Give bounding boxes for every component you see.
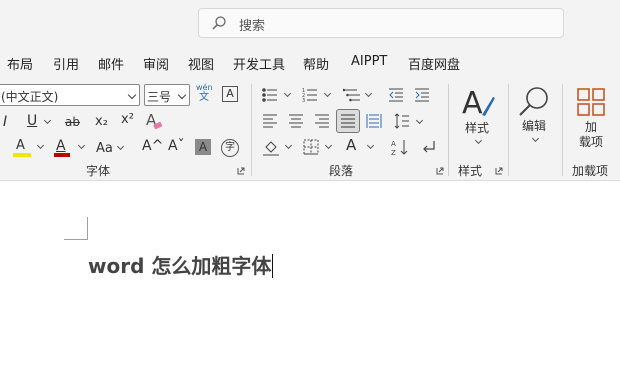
character-shading-button[interactable]: A xyxy=(195,139,211,155)
addins-button-line1: 加 xyxy=(584,120,597,134)
chevron-down-icon[interactable] xyxy=(474,136,483,145)
svg-text:A: A xyxy=(391,140,396,148)
char-scaling-button[interactable]: A xyxy=(346,138,356,153)
dialog-launcher-icon[interactable] xyxy=(237,167,245,175)
margin-crop-mark xyxy=(64,239,87,240)
shrink-font-button[interactable]: Aˇ xyxy=(168,139,185,153)
chevron-down-icon[interactable] xyxy=(77,141,86,150)
phonetic-guide-bottom: 文 xyxy=(199,92,209,103)
tab-developer[interactable]: 开发工具 xyxy=(233,54,285,73)
font-color-bar xyxy=(54,153,70,157)
change-case-button[interactable]: Aa xyxy=(96,142,113,155)
addins-icon[interactable] xyxy=(576,87,606,117)
eraser-icon xyxy=(153,122,163,130)
tab-aippt[interactable]: AIPPT xyxy=(351,54,387,69)
svg-text:Z: Z xyxy=(391,149,396,156)
tab-help[interactable]: 帮助 xyxy=(303,54,329,73)
sort-icon[interactable]: AZ xyxy=(391,138,409,156)
font-group-label: 字体 xyxy=(86,164,111,178)
tab-references[interactable]: 引用 xyxy=(53,54,79,73)
italic-button[interactable]: I xyxy=(3,115,7,129)
bullets-icon[interactable] xyxy=(262,87,278,103)
borders-icon[interactable] xyxy=(303,139,319,155)
tab-mailings[interactable]: 邮件 xyxy=(98,54,124,73)
character-border-button[interactable]: A xyxy=(222,86,238,102)
document-text: word 怎么加粗字体 xyxy=(88,254,272,278)
align-center-icon[interactable] xyxy=(288,113,304,129)
tab-view[interactable]: 视图 xyxy=(188,54,214,73)
chevron-down-icon[interactable] xyxy=(415,116,424,125)
group-separator xyxy=(251,84,252,176)
chevron-down-icon[interactable] xyxy=(364,89,373,98)
increase-indent-icon[interactable] xyxy=(414,87,430,103)
strikethrough-button[interactable]: ab xyxy=(65,116,80,128)
font-color-button[interactable]: A xyxy=(56,139,66,153)
chevron-down-icon xyxy=(127,90,137,100)
distributed-icon[interactable] xyxy=(366,113,382,129)
svg-text:A: A xyxy=(462,86,483,121)
styles-button-label[interactable]: 样式 xyxy=(465,121,489,136)
font-name-combo[interactable]: (中文正文) xyxy=(0,84,140,106)
title-bar: 搜索 xyxy=(0,0,620,48)
line-spacing-icon[interactable] xyxy=(394,113,410,129)
chevron-down-icon[interactable] xyxy=(366,141,375,150)
search-icon xyxy=(211,15,227,31)
group-separator xyxy=(508,84,509,176)
chevron-down-icon[interactable] xyxy=(36,141,45,150)
editing-button-label[interactable]: 编辑 xyxy=(522,119,546,134)
text-cursor xyxy=(272,254,274,278)
svg-text:3: 3 xyxy=(302,98,305,103)
document-text-line[interactable]: word 怎么加粗字体 xyxy=(88,250,274,279)
font-size-value: 三号 xyxy=(147,90,172,104)
show-marks-icon[interactable] xyxy=(420,139,438,155)
highlight-color-bar xyxy=(13,153,31,157)
tab-review[interactable]: 审阅 xyxy=(143,54,169,73)
ribbon: (中文正文) 三号 wén 文 A I U ab x₂ x² A A A Aa … xyxy=(0,78,620,181)
decrease-indent-icon[interactable] xyxy=(388,87,404,103)
numbering-icon[interactable]: 123 xyxy=(302,87,318,103)
chevron-down-icon[interactable] xyxy=(324,141,333,150)
font-name-value: (中文正文) xyxy=(1,90,59,104)
ribbon-tabs: 布局 引用 邮件 审阅 视图 开发工具 帮助 AIPPT 百度网盘 xyxy=(0,48,620,78)
find-icon[interactable] xyxy=(517,85,551,119)
addins-button-line2: 载项 xyxy=(578,135,603,149)
chevron-down-icon xyxy=(177,90,187,100)
shading-icon[interactable] xyxy=(262,139,280,157)
dialog-launcher-icon[interactable] xyxy=(436,167,444,175)
chevron-down-icon[interactable] xyxy=(284,141,293,150)
align-right-icon[interactable] xyxy=(314,113,330,129)
chevron-down-icon[interactable] xyxy=(283,89,292,98)
tab-layout[interactable]: 布局 xyxy=(7,54,33,73)
enclose-characters-button[interactable]: 字 xyxy=(221,139,239,157)
addins-button[interactable]: 加 载项 xyxy=(576,120,606,150)
paragraph-group-label: 段落 xyxy=(329,164,354,178)
justify-button[interactable] xyxy=(336,109,360,133)
styles-group-label: 样式 xyxy=(458,164,483,178)
chevron-down-icon[interactable] xyxy=(116,142,125,151)
superscript-button[interactable]: x² xyxy=(121,113,134,126)
chevron-down-icon[interactable] xyxy=(531,134,540,143)
chevron-down-icon[interactable] xyxy=(43,116,52,125)
grow-font-button[interactable]: A^ xyxy=(142,139,163,153)
group-separator xyxy=(562,84,563,176)
underline-button[interactable]: U xyxy=(27,114,37,128)
highlight-button[interactable]: A xyxy=(16,139,25,152)
phonetic-guide-top: wén xyxy=(196,83,213,92)
multilevel-list-icon[interactable] xyxy=(343,87,361,103)
dialog-launcher-icon[interactable] xyxy=(495,167,503,175)
addins-group-label: 加载项 xyxy=(572,164,609,178)
styles-icon[interactable]: A xyxy=(462,85,496,121)
document-canvas[interactable] xyxy=(0,181,620,380)
tab-baidu-netdisk[interactable]: 百度网盘 xyxy=(408,54,460,73)
search-placeholder: 搜索 xyxy=(239,19,266,34)
margin-crop-mark xyxy=(87,217,88,240)
group-separator xyxy=(448,84,449,176)
search-box[interactable]: 搜索 xyxy=(198,8,564,38)
font-size-combo[interactable]: 三号 xyxy=(144,84,190,106)
chevron-down-icon[interactable] xyxy=(323,89,332,98)
phonetic-guide-button[interactable]: wén 文 xyxy=(196,84,213,103)
subscript-button[interactable]: x₂ xyxy=(95,115,108,128)
align-left-icon[interactable] xyxy=(262,113,278,129)
